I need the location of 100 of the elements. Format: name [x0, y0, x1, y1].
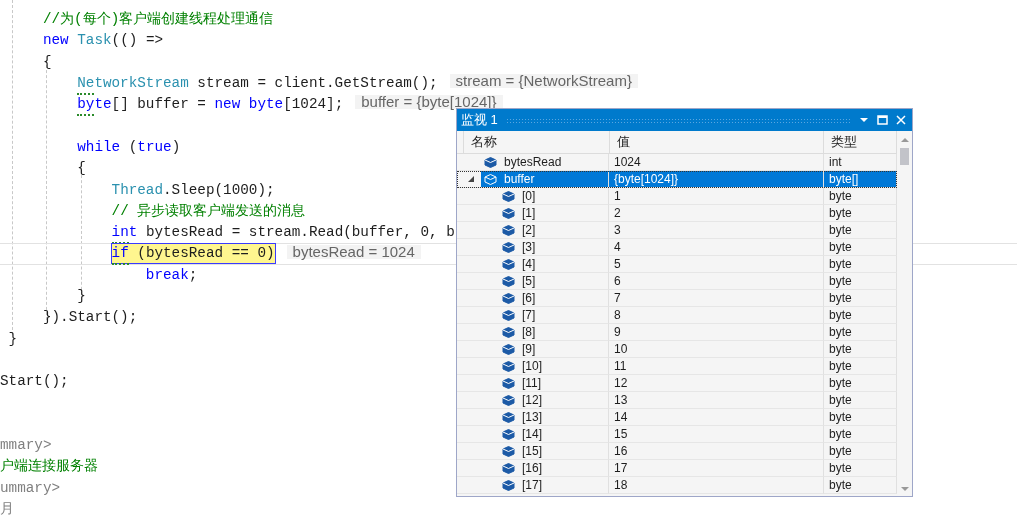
inline-value-tip: stream = {NetworkStream}	[449, 73, 638, 88]
variable-type: byte	[829, 206, 852, 220]
code-line: new Task(() =>	[42, 31, 164, 51]
expand-triangle-icon[interactable]	[467, 175, 475, 183]
variable-name: [1]	[522, 206, 536, 220]
watch-row[interactable]: [9] 10 byte	[457, 341, 897, 358]
cube-icon	[484, 156, 497, 168]
variable-value: 12	[614, 376, 628, 390]
watch-row[interactable]: [17] 18 byte	[457, 477, 897, 494]
variable-name: [9]	[522, 342, 536, 356]
cube-icon	[502, 309, 515, 321]
watch-row[interactable]: [4] 5 byte	[457, 256, 897, 273]
code-line: 户端连接服务器	[0, 457, 98, 477]
cube-icon	[484, 173, 497, 185]
watch-row[interactable]: [16] 17 byte	[457, 460, 897, 477]
watch-row[interactable]: [15] 16 byte	[457, 443, 897, 460]
variable-type: byte	[829, 291, 852, 305]
variable-value: 10	[614, 342, 628, 356]
maximize-icon[interactable]	[877, 115, 888, 125]
code-line: }	[77, 287, 86, 306]
variable-type: byte	[829, 461, 852, 475]
variable-type: byte	[829, 325, 852, 339]
variable-value: 1024	[614, 155, 641, 169]
variable-name: [5]	[522, 274, 536, 288]
variable-name: [12]	[522, 393, 542, 407]
cube-icon	[502, 207, 515, 219]
variable-name: [8]	[522, 325, 536, 339]
code-line: byte[] buffer = new byte[1024];	[77, 95, 344, 115]
cube-icon	[502, 258, 515, 270]
watch-row[interactable]: [11] 12 byte	[457, 375, 897, 392]
watch-row[interactable]: [3] 4 byte	[457, 239, 897, 256]
cube-icon	[502, 241, 515, 253]
code-line: NetworkStream stream = client.GetStream();	[77, 74, 438, 94]
watch-row[interactable]: [13] 14 byte	[457, 409, 897, 426]
watch-row[interactable]: [0] 1 byte	[457, 188, 897, 205]
variable-name: [11]	[522, 376, 542, 390]
variable-name: [15]	[522, 444, 542, 458]
cube-icon	[502, 275, 515, 287]
code-line: Start();	[0, 372, 69, 392]
variable-value: 18	[614, 478, 628, 492]
variable-name: [13]	[522, 410, 542, 424]
variable-type: byte	[829, 240, 852, 254]
cube-icon	[502, 190, 515, 202]
inline-value-tip: bytesRead = 1024	[286, 245, 421, 260]
variable-value: {byte[1024]}	[614, 172, 679, 186]
column-header[interactable]: 类型	[824, 131, 897, 153]
variable-value: 7	[614, 291, 621, 305]
variable-name: [17]	[522, 478, 542, 492]
column-header[interactable]: 名称	[464, 131, 610, 153]
variable-type: byte	[829, 478, 852, 492]
variable-name: [6]	[522, 291, 536, 305]
scroll-up-icon[interactable]	[899, 137, 910, 143]
variable-type: byte	[829, 274, 852, 288]
code-line: {	[77, 159, 86, 179]
variable-type: int	[829, 155, 842, 169]
code-line: }	[8, 329, 18, 349]
column-header[interactable]: 值	[609, 131, 825, 153]
watch-row[interactable]: [2] 3 byte	[457, 222, 897, 239]
variable-value: 5	[614, 257, 621, 271]
variable-name: [16]	[522, 461, 542, 475]
variable-name: [7]	[522, 308, 536, 322]
watch-row[interactable]: [10] 11 byte	[457, 358, 897, 375]
watch-row[interactable]: buffer {byte[1024]} byte[]	[457, 171, 897, 188]
variable-type: byte	[829, 427, 852, 441]
variable-type: byte	[829, 189, 852, 203]
watch-row[interactable]: [7] 8 byte	[457, 307, 897, 324]
variable-value: 9	[614, 325, 621, 339]
watch-row[interactable]: [14] 15 byte	[457, 426, 897, 443]
scrollbar-thumb[interactable]	[900, 148, 909, 165]
variable-name: [14]	[522, 427, 542, 441]
cube-icon	[502, 326, 515, 338]
variable-type: byte	[829, 257, 852, 271]
cube-icon	[502, 394, 515, 406]
code-line: 月	[0, 499, 14, 519]
watch-row[interactable]: [5] 6 byte	[457, 273, 897, 290]
code-line: while (true)	[77, 137, 181, 157]
watch-row[interactable]: [1] 2 byte	[457, 205, 897, 222]
variable-type: byte	[829, 223, 852, 237]
scroll-down-icon[interactable]	[899, 486, 910, 492]
cube-icon	[502, 479, 515, 491]
panel-title: 监视 1	[461, 111, 498, 129]
variable-type: byte	[829, 308, 852, 322]
variable-value: 4	[614, 240, 621, 254]
watch-row[interactable]: [8] 9 byte	[457, 324, 897, 341]
variable-name: [10]	[522, 359, 542, 373]
code-line: Thread.Sleep(1000);	[111, 180, 275, 200]
close-icon[interactable]	[896, 115, 906, 125]
variable-type: byte[]	[829, 172, 859, 186]
watch-row[interactable]: [6] 7 byte	[457, 290, 897, 307]
code-line: break;	[145, 265, 198, 285]
variable-value: 2	[614, 206, 621, 220]
variable-value: 14	[614, 410, 628, 424]
code-line: mmary>	[0, 436, 52, 456]
dropdown-icon[interactable]	[859, 117, 869, 123]
watch-row[interactable]: [12] 13 byte	[457, 392, 897, 409]
cube-icon	[502, 462, 515, 474]
code-line: //为(每个)客户端创建线程处理通信	[42, 10, 274, 30]
variable-type: byte	[829, 359, 852, 373]
variable-type: byte	[829, 342, 852, 356]
code-line: {	[42, 52, 52, 72]
